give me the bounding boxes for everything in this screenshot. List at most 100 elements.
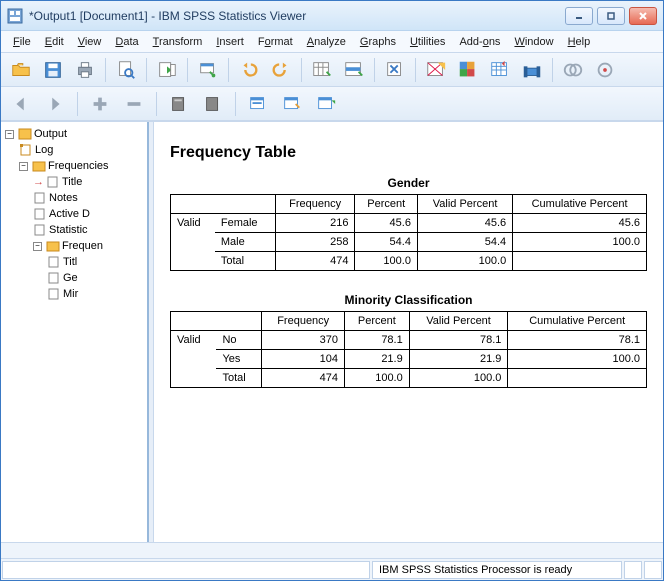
menu-insert[interactable]: Insert [210, 34, 250, 50]
tree-item-active-dataset[interactable]: Active D [33, 206, 145, 222]
menu-view[interactable]: View [72, 34, 108, 50]
save-button[interactable] [39, 57, 67, 83]
tree-label[interactable]: Statistic [49, 222, 88, 238]
hide-button[interactable] [278, 91, 306, 117]
tree-item-freq-table[interactable]: − Frequen [33, 238, 145, 254]
cell: 45.6 [355, 214, 417, 233]
body: − Output Log − Frequencies [1, 121, 663, 542]
goto-case-button[interactable] [340, 57, 368, 83]
use-sets-button[interactable] [454, 57, 482, 83]
app-icon [7, 8, 23, 24]
menu-format[interactable]: Format [252, 34, 299, 50]
weight-button[interactable] [518, 57, 546, 83]
expand-button[interactable] [165, 91, 193, 117]
status-processor: IBM SPSS Statistics Processor is ready [372, 561, 622, 579]
cell: 100.0 [355, 252, 417, 271]
print-button[interactable] [71, 57, 99, 83]
col-header: Percent [355, 195, 417, 214]
tree-item-notes[interactable]: Notes [33, 190, 145, 206]
tree-label-output[interactable]: Output [34, 126, 67, 142]
tree-label[interactable]: Frequencies [48, 158, 109, 174]
cell [513, 252, 647, 271]
tree-label[interactable]: Titl [63, 254, 77, 270]
designate-window-button[interactable] [591, 57, 619, 83]
recall-dialog-button[interactable] [194, 57, 222, 83]
cell: 258 [275, 233, 355, 252]
menu-data[interactable]: Data [109, 34, 144, 50]
tree-item-ft-minority[interactable]: Mir [47, 286, 145, 302]
variables-button[interactable] [381, 57, 409, 83]
table-gender[interactable]: Frequency Percent Valid Percent Cumulati… [170, 194, 647, 271]
notes-icon [33, 192, 47, 204]
promote-button[interactable] [86, 91, 114, 117]
col-header: Percent [345, 312, 410, 331]
tree-label[interactable]: Active D [49, 206, 90, 222]
menu-help[interactable]: Help [562, 34, 597, 50]
content-pane[interactable]: Frequency Table Gender Frequency Percent… [153, 122, 663, 542]
menu-addons[interactable]: Add-ons [453, 34, 506, 50]
cell: 216 [275, 214, 355, 233]
tree-item-title[interactable]: → Title [33, 174, 145, 190]
close-button[interactable] [629, 7, 657, 25]
goto-data-button[interactable] [308, 57, 336, 83]
menubar: File Edit View Data Transform Insert For… [1, 31, 663, 53]
col-header: Frequency [275, 195, 355, 214]
tree-label[interactable]: Frequen [62, 238, 103, 254]
tree-toggle-icon[interactable]: − [33, 242, 42, 251]
cell [508, 369, 647, 388]
menu-window[interactable]: Window [508, 34, 559, 50]
tree-item-log[interactable]: Log [19, 142, 145, 158]
cell: 474 [275, 252, 355, 271]
tree-label[interactable]: Log [35, 142, 53, 158]
cell: 45.6 [513, 214, 647, 233]
table-icon [47, 288, 61, 300]
active-marker-icon: → [33, 174, 44, 190]
tree-label[interactable]: Title [62, 174, 82, 190]
forward-button[interactable] [41, 91, 69, 117]
folder-icon [32, 160, 46, 172]
col-header: Cumulative Percent [513, 195, 647, 214]
tree-item-ft-title[interactable]: Titl [47, 254, 145, 270]
cell: 474 [262, 369, 345, 388]
tree-label[interactable]: Ge [63, 270, 78, 286]
cell: 21.9 [345, 350, 410, 369]
tree-label[interactable]: Notes [49, 190, 78, 206]
insert-chart-button[interactable] [559, 57, 587, 83]
redo-button[interactable] [267, 57, 295, 83]
toolbar-main [1, 53, 663, 87]
menu-edit[interactable]: Edit [39, 34, 70, 50]
collapse-button[interactable] [199, 91, 227, 117]
outline-pane[interactable]: − Output Log − Frequencies [1, 122, 149, 542]
col-header: Valid Percent [417, 195, 512, 214]
tree-item-frequencies[interactable]: − Frequencies [19, 158, 145, 174]
maximize-button[interactable] [597, 7, 625, 25]
open-button[interactable] [7, 57, 35, 83]
demote-button[interactable] [120, 91, 148, 117]
menu-utilities[interactable]: Utilities [404, 34, 451, 50]
log-icon [19, 144, 33, 156]
back-button[interactable] [7, 91, 35, 117]
menu-file[interactable]: File [7, 34, 37, 50]
table-title-minority: Minority Classification [170, 293, 647, 307]
row-label: No [216, 331, 261, 350]
minimize-button[interactable] [565, 7, 593, 25]
tree-item-ft-gender[interactable]: Ge [47, 270, 145, 286]
insert-heading-button[interactable] [312, 91, 340, 117]
show-button[interactable] [244, 91, 272, 117]
undo-button[interactable] [235, 57, 263, 83]
tree-item-statistics[interactable]: Statistic [33, 222, 145, 238]
show-all-button[interactable] [486, 57, 514, 83]
menu-analyze[interactable]: Analyze [301, 34, 352, 50]
export-button[interactable] [153, 57, 181, 83]
menu-transform[interactable]: Transform [147, 34, 209, 50]
table-minority[interactable]: Frequency Percent Valid Percent Cumulati… [170, 311, 647, 388]
tree-label[interactable]: Mir [63, 286, 78, 302]
tree-toggle-icon[interactable]: − [5, 130, 14, 139]
cell: 78.1 [508, 331, 647, 350]
menu-graphs[interactable]: Graphs [354, 34, 402, 50]
tree-root[interactable]: − Output [5, 126, 145, 142]
print-preview-button[interactable] [112, 57, 140, 83]
tree-toggle-icon[interactable]: − [19, 162, 28, 171]
select-cases-button[interactable] [422, 57, 450, 83]
status-cell-3 [644, 561, 662, 579]
